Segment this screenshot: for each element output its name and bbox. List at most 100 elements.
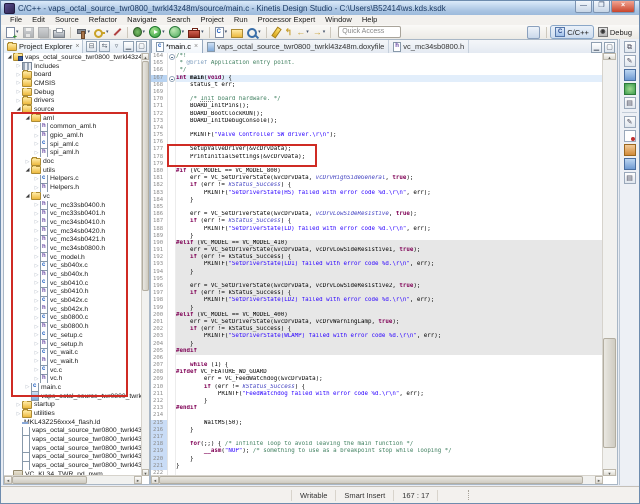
code-text[interactable]: if (err != kStatus_Success) { <box>176 254 603 261</box>
code-line-204[interactable]: 204 } <box>151 341 603 348</box>
maximize-icon[interactable]: ▢ <box>136 41 147 52</box>
menu-source[interactable]: Source <box>50 15 84 25</box>
line-number[interactable]: 182 <box>151 182 168 189</box>
folding-column[interactable] <box>168 448 176 455</box>
line-number[interactable]: 179 <box>151 161 168 168</box>
code-line-182[interactable]: 182 if (err != kStatus_Success) { <box>151 182 603 189</box>
line-number[interactable]: 194 <box>151 269 168 276</box>
menu-project[interactable]: Project <box>196 15 229 25</box>
code-line-180[interactable]: 180#if (VC_MODEL == VC_MODEL_800) <box>151 168 603 175</box>
tree-item-startup[interactable]: ▷startup <box>4 401 142 410</box>
code-line-208[interactable]: 208#ifdef VC_FEATURE_WD_GUARD <box>151 369 603 376</box>
code-line-210[interactable]: 210 if (err != kStatus_Success) { <box>151 384 603 391</box>
maximize-window-button[interactable]: ❐ <box>593 1 610 13</box>
folding-column[interactable] <box>168 247 176 254</box>
open-element-button[interactable] <box>230 26 244 38</box>
code-text[interactable] <box>176 276 603 283</box>
code-line-194[interactable]: 194 } <box>151 269 603 276</box>
code-text[interactable]: int main(void) { <box>176 75 603 82</box>
minimize-icon[interactable]: ▁ <box>123 41 134 52</box>
problems-view-icon[interactable] <box>624 130 636 142</box>
line-number[interactable]: 220 <box>151 456 168 463</box>
folding-column[interactable] <box>168 190 176 197</box>
folding-column[interactable] <box>168 261 176 268</box>
code-text[interactable]: } <box>176 456 603 463</box>
code-line-201[interactable]: 201 err = VC_SetDriverState(&vcDrvData, … <box>151 319 603 326</box>
new-class-button[interactable]: ▾ <box>214 26 229 38</box>
line-number[interactable]: 203 <box>151 333 168 340</box>
menu-navigate[interactable]: Navigate <box>122 15 162 25</box>
collapsed-arrow-icon[interactable]: ▷ <box>15 80 22 86</box>
scroll-thumb[interactable] <box>142 61 149 291</box>
search-button[interactable]: ▾ <box>246 26 262 38</box>
code-editor[interactable]: 164/*!165 * @brief Application entry poi… <box>151 53 603 476</box>
code-line-217[interactable]: 217 <box>151 434 603 441</box>
code-text[interactable] <box>176 355 603 362</box>
folding-column[interactable] <box>168 276 176 283</box>
code-line-209[interactable]: 209 err = VC_FeedWatchdog(&vcDrvData); <box>151 376 603 383</box>
line-number[interactable]: 178 <box>151 154 168 161</box>
code-text[interactable]: __asm("NOP"); /* something to use as a b… <box>176 448 603 455</box>
code-text[interactable] <box>176 204 603 211</box>
dropdown-arrow-icon[interactable]: ▾ <box>143 29 146 35</box>
scroll-down-icon[interactable]: ▼ <box>142 469 149 476</box>
code-text[interactable]: PRINTF("SetDriverState(WLAMP) failed wit… <box>176 333 603 340</box>
dropdown-arrow-icon[interactable]: ▾ <box>306 29 309 35</box>
editor-tab-vc-mc34sb0800-h[interactable]: vc_mc34sb0800.h <box>389 40 469 53</box>
dropdown-arrow-icon[interactable]: ▾ <box>88 29 91 35</box>
code-line-164[interactable]: 164/*! <box>151 53 603 60</box>
code-text[interactable]: PRINTF("SetDriverState(HS) failed with e… <box>176 190 603 197</box>
line-number[interactable]: 171 <box>151 103 168 110</box>
line-number[interactable]: 192 <box>151 254 168 261</box>
code-line-174[interactable]: 174 <box>151 125 603 132</box>
code-line-188[interactable]: 188 PRINTF("SetDriverState(LD) failed wi… <box>151 226 603 233</box>
folding-column[interactable] <box>168 168 176 175</box>
folding-column[interactable] <box>168 333 176 340</box>
line-number[interactable]: 219 <box>151 448 168 455</box>
code-text[interactable]: PRINTF("SetDriverState(LD2) failed with … <box>176 297 603 304</box>
code-text[interactable]: status_t err; <box>176 82 603 89</box>
code-text[interactable]: err = VC_SetDriverState(&vcDrvData, vcDr… <box>176 283 603 290</box>
code-line-212[interactable]: 212 } <box>151 398 603 405</box>
profile-button[interactable]: ▾ <box>168 26 186 38</box>
line-number[interactable]: 165 <box>151 60 168 67</box>
folding-column[interactable] <box>168 427 176 434</box>
line-number[interactable]: 197 <box>151 290 168 297</box>
code-text[interactable]: if (err != kStatus_Success) { <box>176 182 603 189</box>
close-view-icon[interactable]: × <box>75 43 79 50</box>
code-text[interactable]: } <box>176 233 603 240</box>
line-number[interactable]: 196 <box>151 283 168 290</box>
code-line-183[interactable]: 183 PRINTF("SetDriverState(HS) failed wi… <box>151 190 603 197</box>
code-text[interactable]: /*! <box>176 53 603 60</box>
view-menu-icon[interactable]: ▿ <box>112 42 121 51</box>
line-number[interactable]: 183 <box>151 190 168 197</box>
code-text[interactable]: } <box>176 269 603 276</box>
code-line-205[interactable]: 205#endif <box>151 348 603 355</box>
title-bar[interactable]: C/C++ - vaps_octal_source_twr0800_twrkl4… <box>1 1 639 16</box>
code-text[interactable]: PRINTF("SetDriverState(LD1) failed with … <box>176 261 603 268</box>
editor-horizontal-scrollbar[interactable]: ◄ ► <box>151 475 603 484</box>
code-line-207[interactable]: 207 while (1) { <box>151 362 603 369</box>
line-number[interactable]: 205 <box>151 348 168 355</box>
collapsed-arrow-icon[interactable]: ▷ <box>15 89 22 95</box>
tree-item-cmsis[interactable]: ▷CMSIS <box>4 79 142 88</box>
run-button[interactable]: ▾ <box>148 26 166 38</box>
code-text[interactable] <box>176 434 603 441</box>
folding-column[interactable] <box>168 175 176 182</box>
print-button[interactable] <box>52 26 66 38</box>
menu-search[interactable]: Search <box>162 15 196 25</box>
code-text[interactable]: if (err != kStatus_Success) { <box>176 384 603 391</box>
line-number[interactable]: 186 <box>151 211 168 218</box>
code-text[interactable]: if (err != kStatus_Success) { <box>176 290 603 297</box>
dropdown-arrow-icon[interactable]: ▾ <box>201 29 204 35</box>
editor-tab--main-c[interactable]: *main.c× <box>151 39 203 53</box>
code-text[interactable]: WaitMS(50); <box>176 420 603 427</box>
code-text[interactable]: #endif <box>176 405 603 412</box>
folding-column[interactable] <box>168 89 176 96</box>
code-text[interactable]: err = VC_SetDriverState(&vcDrvData, vcDr… <box>176 211 603 218</box>
tree-item-utilities[interactable]: ▷utilities <box>4 409 142 418</box>
line-number[interactable]: 209 <box>151 376 168 383</box>
folding-column[interactable] <box>168 362 176 369</box>
folding-column[interactable] <box>168 456 176 463</box>
code-line-184[interactable]: 184 } <box>151 197 603 204</box>
